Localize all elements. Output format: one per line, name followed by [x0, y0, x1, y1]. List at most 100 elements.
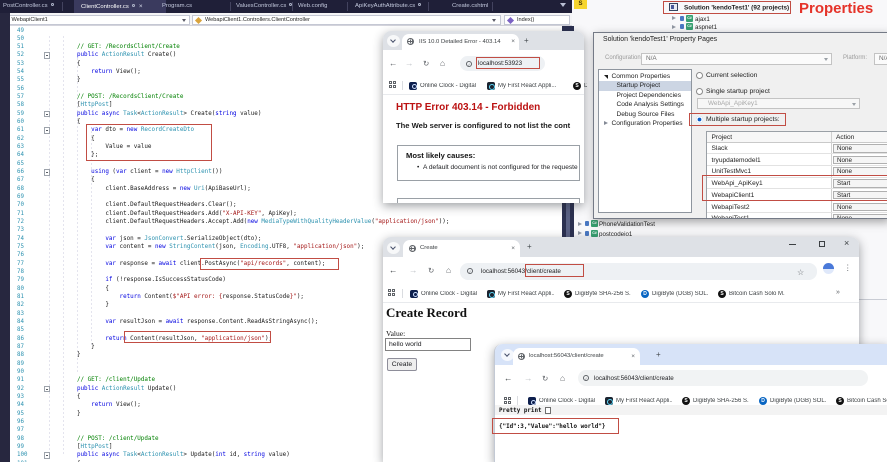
reload-button[interactable]: ↻	[423, 59, 429, 68]
reload-button[interactable]: ↻	[428, 266, 434, 275]
forward-button[interactable]: →	[409, 266, 418, 275]
value-input[interactable]: hello world	[385, 338, 471, 351]
back-button[interactable]: ←	[389, 59, 398, 68]
type-dropdown[interactable]: WebapiClient1.Controllers.ClientControll…	[192, 14, 501, 25]
bookmark-item[interactable]: My First React Appli...	[487, 81, 563, 90]
bookmark-item[interactable]: SD	[573, 81, 587, 90]
tree-expand-icon[interactable]	[578, 221, 582, 226]
tab-close-icon[interactable]: ×	[511, 245, 515, 252]
tab-search-button[interactable]	[387, 241, 400, 254]
window-close-button[interactable]: ×	[844, 239, 849, 248]
bookmark-item[interactable]: D DigiByte (DGB) SOL...	[641, 289, 708, 298]
radio-current-selection[interactable]	[696, 71, 703, 79]
apps-grid-icon[interactable]	[504, 397, 511, 404]
project-name-cell[interactable]: tryupdatemodel1	[712, 157, 761, 164]
home-button[interactable]: ⌂	[446, 265, 451, 275]
tab-search-button[interactable]	[387, 35, 400, 47]
member-dropdown[interactable]: Index()	[504, 14, 570, 25]
window-minimize-button[interactable]	[789, 244, 796, 245]
reload-button[interactable]: ↻	[542, 374, 548, 383]
site-info-icon[interactable]: i	[467, 268, 473, 274]
project-dropdown[interactable]: WebapiClient1	[0, 14, 190, 25]
project-name-cell[interactable]: WebapiTest2	[712, 204, 750, 211]
tab-close-icon[interactable]: ×	[511, 38, 515, 45]
site-info-icon[interactable]: i	[583, 375, 589, 381]
tab-close-icon[interactable]: ×	[139, 0, 143, 13]
pin-icon[interactable]	[418, 3, 422, 6]
action-dropdown-cell[interactable]: None	[833, 202, 887, 212]
apps-grid-icon[interactable]	[389, 81, 396, 88]
browser-menu-icon[interactable]: ⋮	[844, 263, 852, 272]
tab-close-icon[interactable]: ×	[631, 353, 635, 360]
fold-collapse-box[interactable]	[43, 385, 50, 393]
dialog-tree-item[interactable]: Configuration Properties	[599, 119, 691, 128]
browser-tab[interactable]: IIS 10.0 Detailed Error - 403.14 ×	[402, 34, 519, 50]
fold-collapse-box[interactable]	[43, 452, 50, 459]
editor-tab-program-cs[interactable]: Program.cs	[162, 0, 192, 13]
project-name-cell[interactable]: Slack	[712, 145, 728, 152]
tree-expand-icon[interactable]	[578, 231, 582, 235]
browser-tab[interactable]: localhost:56043/client/create ×	[513, 348, 640, 365]
editor-tab-create-cshtml[interactable]: Create.cshtml	[452, 0, 488, 13]
bookmark-item[interactable]: S Bitcoin Cash So	[836, 397, 887, 405]
fold-collapse-box[interactable]	[43, 169, 50, 176]
platform-dropdown[interactable]: N/A	[874, 53, 887, 65]
create-button[interactable]: Create	[387, 358, 417, 371]
home-button[interactable]: ⌂	[440, 58, 445, 68]
single-startup-project-dropdown[interactable]: WebApi_ApiKey1	[697, 97, 860, 109]
back-button[interactable]: ←	[504, 374, 513, 383]
bookmark-item[interactable]: Online Clock - Digital	[528, 397, 595, 405]
editor-tab-valuescontroller-cs[interactable]: ValuesController.cs	[236, 0, 293, 13]
bookmarks-overflow-icon[interactable]: »	[836, 288, 840, 297]
tree-expand-icon[interactable]	[672, 24, 676, 29]
action-dropdown-cell[interactable]: None	[833, 214, 887, 218]
editor-tab-clientcontroller-cs[interactable]: ClientController.cs ×	[81, 0, 143, 13]
new-tab-button[interactable]: +	[527, 243, 532, 251]
pretty-print-checkbox[interactable]	[544, 407, 551, 414]
new-tab-button[interactable]: +	[656, 350, 661, 359]
address-bar[interactable]: i localhost:56043/client/create ☆	[460, 262, 817, 280]
radio-single-startup[interactable]	[696, 87, 703, 95]
editor-tab-postcontroller-cs[interactable]: PostController.cs	[3, 0, 54, 13]
bookmark-item[interactable]: S DigiByte SHA-256 S...	[682, 397, 749, 405]
browser-tab[interactable]: Create ×	[403, 240, 520, 257]
bookmark-item[interactable]: My First React Appli...	[605, 397, 672, 405]
window-maximize-button[interactable]	[819, 241, 825, 247]
solution-explorer-item[interactable]: aspnet1	[695, 23, 717, 32]
bookmark-item[interactable]: S DigiByte SHA-256 S...	[564, 289, 631, 298]
configuration-dropdown[interactable]: N/A	[641, 53, 832, 65]
bookmark-item[interactable]: S Bitcoin Cash Solo M...	[718, 289, 785, 298]
editor-tab-web-config[interactable]: Web.config	[298, 0, 327, 13]
editor-tab-apikeyauthattribute-cs[interactable]: ApiKeyAuthAttribute.cs	[355, 0, 422, 13]
fold-collapse-box[interactable]	[43, 110, 50, 118]
tree-expand-icon[interactable]	[672, 16, 676, 20]
bookmark-item[interactable]: D DigiByte (DGB) SOL...	[759, 397, 826, 405]
fold-collapse-box[interactable]	[43, 52, 50, 59]
forward-button[interactable]: →	[524, 374, 533, 383]
bookmark-item[interactable]: My First React Appli...	[487, 289, 554, 298]
pin-icon[interactable]	[131, 4, 135, 7]
site-info-icon[interactable]: i	[466, 60, 472, 67]
dialog-tree-item[interactable]: Common Properties	[599, 72, 691, 81]
browser-profile-avatar[interactable]	[823, 262, 834, 274]
back-button[interactable]: ←	[389, 266, 398, 275]
home-button[interactable]: ⌂	[560, 373, 565, 383]
project-name-cell[interactable]: WebapiTest1	[712, 215, 750, 218]
bookmark-item[interactable]: Online Clock - Digital	[410, 289, 477, 298]
address-bar[interactable]: i localhost:56043/client/create	[578, 370, 868, 386]
forward-button[interactable]: →	[405, 59, 414, 68]
pin-icon[interactable]	[50, 3, 54, 6]
bookmark-star-icon[interactable]: ☆	[797, 268, 804, 277]
bookmark-item[interactable]: Online Clock - Digital	[409, 81, 477, 90]
document-list-chevron-icon[interactable]	[560, 3, 566, 7]
solution-explorer-item[interactable]: PhoneValidationTest	[599, 220, 655, 229]
fold-collapse-box[interactable]	[43, 127, 50, 134]
dialog-tree-item[interactable]: Debug Source Files	[599, 110, 691, 119]
dialog-tree-item[interactable]: Code Analysis Settings	[599, 100, 691, 109]
apps-grid-icon[interactable]	[388, 289, 395, 296]
action-dropdown-cell[interactable]: None	[833, 155, 887, 165]
action-dropdown-cell[interactable]: None	[833, 144, 887, 153]
dialog-tree-item[interactable]: Startup Project	[598, 81, 691, 91]
dialog-tree-item[interactable]: Project Dependencies	[599, 91, 691, 100]
new-tab-button[interactable]: +	[524, 36, 529, 45]
